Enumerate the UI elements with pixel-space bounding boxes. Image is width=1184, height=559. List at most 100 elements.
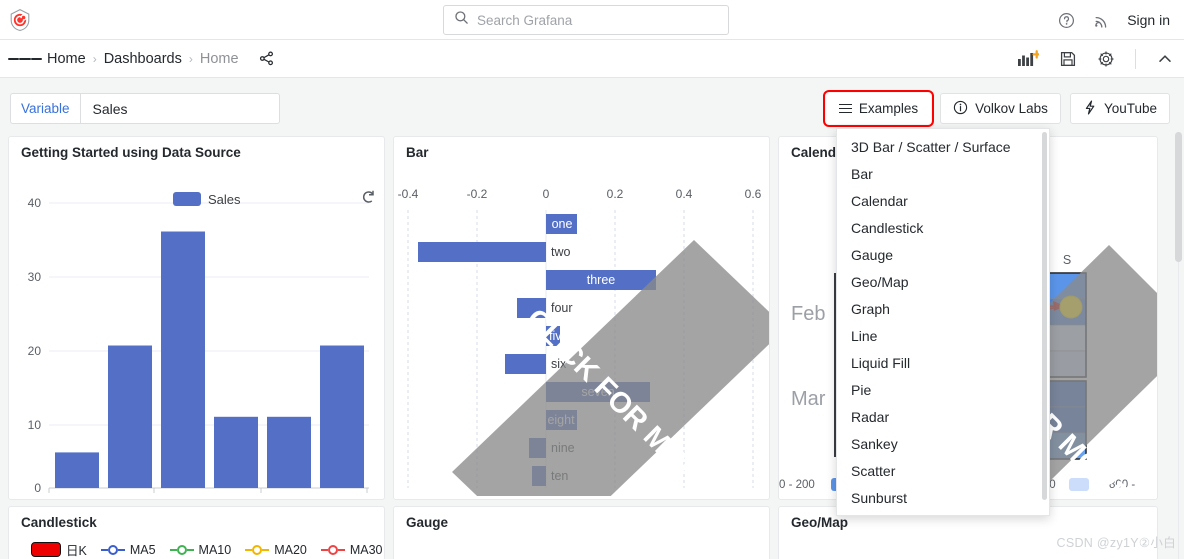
svg-text:0 - 200: 0 - 200	[779, 479, 815, 491]
grafana-dashboard-page: Search Grafana Sign in Home › Dashboards…	[0, 0, 1184, 559]
add-panel-icon[interactable]	[1017, 49, 1039, 69]
hamburger-menu-icon[interactable]	[8, 42, 42, 76]
legend-line-marker	[245, 544, 270, 555]
svg-text:30: 30	[28, 270, 42, 284]
search-input[interactable]: Search Grafana	[443, 5, 729, 35]
watermark-text: CSDN @zy1Y②小白	[1056, 536, 1176, 550]
help-circle-icon[interactable]	[1058, 12, 1075, 29]
legend-label: MA5	[129, 542, 156, 557]
bar-chart-getting-started[interactable]: 40 30 20 10 0 Sales	[9, 160, 384, 496]
dashboard-link-youtube[interactable]: YouTube	[1069, 93, 1170, 124]
panel-candlestick: Candlestick 日K MA5 MA10 MA20 MA30	[8, 506, 385, 559]
legend-label: MA30	[349, 542, 383, 557]
grafana-logo[interactable]	[0, 0, 40, 40]
breadcrumb-separator: ›	[92, 51, 97, 66]
dropdown-item-scatter[interactable]: Scatter	[837, 457, 1049, 484]
panel-bar: Bar -0.4 -0.2 0 0.2 0.4 0.6 one two thre…	[393, 136, 770, 500]
breadcrumb-item-current: Home	[199, 50, 239, 67]
variable-value-dropdown[interactable]: Sales	[79, 93, 280, 124]
dropdown-item-calendar[interactable]: Calendar	[837, 187, 1049, 214]
panel-getting-started: Getting Started using Data Source 40 30 …	[8, 136, 385, 500]
dashboard-link-examples-label: Examples	[858, 101, 919, 116]
page-scrollbar-thumb[interactable]	[1175, 132, 1182, 262]
panel-gauge: Gauge	[393, 506, 770, 559]
dropdown-list: 3D Bar / Scatter / Surface Bar Calendar …	[837, 129, 1049, 511]
dropdown-item-gauge[interactable]: Gauge	[837, 241, 1049, 268]
search-placeholder-text: Search Grafana	[477, 12, 573, 28]
dashboard-link-volkov-labs-label: Volkov Labs	[975, 101, 1048, 116]
variable-label: Variable	[10, 93, 80, 124]
svg-text:40: 40	[28, 196, 42, 210]
svg-text:one: one	[552, 217, 573, 231]
breadcrumb-separator: ›	[188, 51, 193, 66]
top-navigation-bar: Search Grafana Sign in	[0, 0, 1184, 40]
svg-text:0.6: 0.6	[745, 187, 762, 201]
dropdown-item-candlestick[interactable]: Candlestick	[837, 214, 1049, 241]
svg-text:three: three	[587, 273, 616, 287]
legend-label: MA10	[198, 542, 232, 557]
gear-icon[interactable]	[1097, 50, 1115, 68]
floppy-save-icon[interactable]	[1059, 50, 1077, 68]
panel-title: Gauge	[406, 515, 449, 530]
chevron-up-icon[interactable]	[1156, 50, 1174, 68]
dropdown-item-3d-bar-scatter-surface[interactable]: 3D Bar / Scatter / Surface	[837, 133, 1049, 160]
dropdown-item-bar[interactable]: Bar	[837, 160, 1049, 187]
search-icon	[454, 10, 469, 30]
legend-item-rik[interactable]: 日K	[31, 540, 87, 559]
dashboard-link-examples[interactable]: Examples	[822, 90, 935, 127]
svg-text:Sales: Sales	[208, 192, 241, 207]
horizontal-bar-chart[interactable]: -0.4 -0.2 0 0.2 0.4 0.6 one two three fo…	[394, 160, 769, 496]
variable-selector: Variable Sales	[10, 93, 280, 124]
breadcrumb: Home › Dashboards › Home	[47, 50, 275, 67]
dropdown-item-sankey[interactable]: Sankey	[837, 430, 1049, 457]
panel-title: Bar	[406, 145, 429, 160]
legend-line-marker	[169, 544, 194, 555]
dropdown-item-sunburst[interactable]: Sunburst	[837, 484, 1049, 511]
examples-dropdown-menu[interactable]: 3D Bar / Scatter / Surface Bar Calendar …	[836, 128, 1050, 516]
svg-text:-0.4: -0.4	[398, 187, 419, 201]
panel-title: Getting Started using Data Source	[21, 145, 241, 160]
svg-text:four: four	[551, 301, 573, 315]
rss-icon[interactable]	[1092, 11, 1110, 29]
dropdown-item-radar[interactable]: Radar	[837, 403, 1049, 430]
share-nodes-icon[interactable]	[258, 50, 275, 67]
svg-text:two: two	[551, 245, 571, 259]
list-lines-icon	[838, 101, 852, 115]
toolbar-divider	[1135, 49, 1136, 69]
month-label-mar: Mar	[791, 388, 826, 410]
dashboard-link-volkov-labs[interactable]: Volkov Labs	[940, 93, 1061, 124]
dropdown-item-geo-map[interactable]: Geo/Map	[837, 268, 1049, 295]
breadcrumb-item-home[interactable]: Home	[47, 51, 86, 67]
svg-text:S: S	[1063, 253, 1071, 267]
month-label-feb: Feb	[791, 303, 825, 325]
sign-in-link[interactable]: Sign in	[1127, 12, 1170, 28]
legend-label: 日K	[66, 544, 87, 558]
legend-item-ma10[interactable]: MA10	[169, 542, 232, 557]
legend-item-ma20[interactable]: MA20	[245, 543, 307, 557]
svg-text:0.4: 0.4	[676, 187, 693, 201]
svg-text:0: 0	[34, 481, 41, 495]
dropdown-item-line[interactable]: Line	[837, 322, 1049, 349]
svg-text:-0.2: -0.2	[467, 187, 488, 201]
breadcrumb-bar: Home › Dashboards › Home	[0, 40, 1184, 78]
dropdown-item-liquid-fill[interactable]: Liquid Fill	[837, 349, 1049, 376]
panel-title: Candlestick	[21, 515, 97, 530]
legend-swatch-filled	[31, 542, 61, 557]
candlestick-legend: 日K MA5 MA10 MA20 MA30	[9, 530, 384, 559]
legend-label: MA20	[274, 542, 307, 557]
svg-text:0: 0	[543, 187, 550, 201]
svg-text:10: 10	[28, 418, 42, 432]
legend-item-ma30[interactable]: MA30	[320, 542, 383, 557]
info-circle-icon	[953, 100, 968, 118]
dashboard-link-youtube-label: YouTube	[1103, 101, 1157, 116]
dropdown-scrollbar[interactable]	[1042, 132, 1047, 500]
dropdown-item-graph[interactable]: Graph	[837, 295, 1049, 322]
svg-text:20: 20	[28, 344, 42, 358]
breadcrumb-item-dashboards[interactable]: Dashboards	[104, 51, 182, 67]
dropdown-item-pie[interactable]: Pie	[837, 376, 1049, 403]
legend-line-marker	[100, 544, 125, 555]
top-nav-actions: Sign in	[1058, 0, 1170, 40]
legend-line-marker	[320, 544, 345, 555]
dashboard-links: Examples Volkov Labs YouTube	[822, 90, 1170, 127]
legend-item-ma5[interactable]: MA5	[100, 542, 156, 557]
